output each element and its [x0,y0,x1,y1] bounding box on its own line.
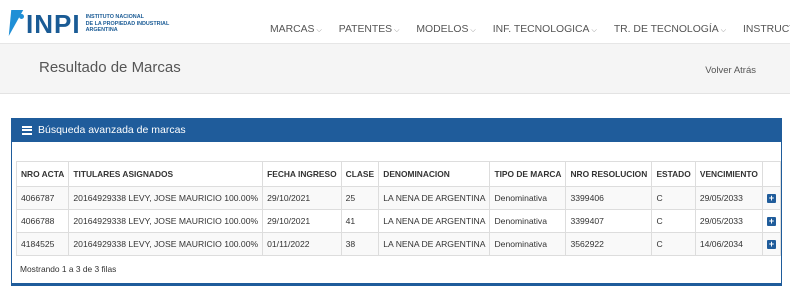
cell-vencimiento: 29/05/2033 [694,186,763,210]
back-link[interactable]: Volver Atrás [705,65,756,76]
plus-square-icon[interactable]: + [766,194,776,203]
cell-estado: C [651,209,696,233]
cell-fecha-ingreso: 01/11/2022 [262,232,342,256]
cell-nro-acta: 4184525 [15,232,70,256]
nav-item-label: MODELOS [416,24,469,35]
cell-nro-resolucion: 3562922 [565,232,653,256]
table-row: 4184525 20164929338 LEVY, JOSE MAURICIO … [15,232,782,256]
page-title: Resultado de Marcas [39,59,181,76]
cell-titulares: 20164929338 LEVY, JOSE MAURICIO 100.00% [68,186,264,210]
chevron-down-icon: ⌵ [720,27,727,34]
table-row: 4066787 20164929338 LEVY, JOSE MAURICIO … [15,186,782,210]
cell-nro-acta: 4066787 [15,186,70,210]
page-header: Resultado de Marcas Volver Atrás [0,44,790,94]
cell-vencimiento: 29/05/2033 [694,209,763,233]
chevron-down-icon: ⌵ [316,27,322,34]
cell-tipo-marca: Denominativa [489,232,567,256]
cell-nro-acta: 4066788 [15,209,70,233]
cell-action: + [761,186,782,210]
header-nro-acta[interactable]: NRO ACTA [15,161,70,187]
cell-action: + [761,232,782,256]
cell-clase: 38 [340,232,380,256]
nav-item-label: MARCAS [270,24,315,35]
plus-square-icon[interactable]: + [766,240,776,249]
nav-item-label: INSTRUCTIVOS [743,24,790,35]
nav-item-label: INF. TECNOLOGICA [492,24,590,35]
cell-clase: 25 [340,186,380,210]
cell-action: + [761,209,782,233]
top-navbar: INPI INSTITUTO NACIONAL DE LA PROPIEDAD … [0,0,790,44]
cell-tipo-marca: Denominativa [489,209,567,233]
nav-item-label: TR. DE TECNOLOGÍA [613,24,719,35]
results-table: NRO ACTA TITULARES ASIGNADOS FECHA INGRE… [15,161,782,256]
header-vencimiento[interactable]: VENCIMIENTO [694,161,763,187]
table-row: 4066788 20164929338 LEVY, JOSE MAURICIO … [15,209,782,233]
header-actions [761,161,782,187]
logo-text: INPI [26,8,81,39]
nav-item-modelos[interactable]: MODELOS ⌵ [416,24,475,35]
header-estado[interactable]: ESTADO [651,161,696,187]
list-icon [22,124,32,136]
cell-nro-resolucion: 3399407 [565,209,653,233]
panel-title: Búsqueda avanzada de marcas [38,124,186,136]
cell-nro-resolucion: 3399406 [565,186,653,210]
panel-header: Búsqueda avanzada de marcas [12,118,781,142]
nav-item-inf-tecnologica[interactable]: INF. TECNOLOGICA ⌵ [493,24,597,35]
pagination-info: Mostrando 1 a 3 de 3 filas [20,264,117,274]
nav-item-tr-de-tecnologia[interactable]: TR. DE TECNOLOGÍA ⌵ [614,24,726,35]
header-denominacion[interactable]: DENOMINACION [378,161,491,187]
cell-fecha-ingreso: 29/10/2021 [262,209,342,233]
logo-subtitle: INSTITUTO NACIONAL DE LA PROPIEDAD INDUS… [86,14,170,33]
cell-vencimiento: 14/06/2034 [694,232,763,256]
nav-item-instructivos[interactable]: INSTRUCTIVOS⌵ [743,24,790,35]
cell-denominacion: LA NENA DE ARGENTINA [378,232,491,256]
header-clase[interactable]: CLASE [340,161,380,187]
cell-estado: C [651,186,696,210]
table-header-row: NRO ACTA TITULARES ASIGNADOS FECHA INGRE… [15,161,782,187]
chevron-down-icon: ⌵ [591,27,597,34]
cell-fecha-ingreso: 29/10/2021 [262,186,342,210]
cell-estado: C [651,232,696,256]
cell-denominacion: LA NENA DE ARGENTINA [378,186,491,210]
inpi-logo-mark-icon [2,8,28,40]
chevron-down-icon: ⌵ [394,27,400,34]
chevron-down-icon: ⌵ [470,27,476,34]
cell-tipo-marca: Denominativa [489,186,567,210]
cell-titulares: 20164929338 LEVY, JOSE MAURICIO 100.00% [68,209,264,233]
plus-square-icon[interactable]: + [766,217,776,226]
inpi-logo[interactable]: INPI INSTITUTO NACIONAL DE LA PROPIEDAD … [2,8,170,40]
main-nav: MARCAS ⌵ PATENTES ⌵ MODELOS ⌵ INF. TECNOLOG… [270,24,790,35]
results-panel: Búsqueda avanzada de marcas NRO ACTA TIT… [11,118,782,286]
cell-denominacion: LA NENA DE ARGENTINA [378,209,491,233]
header-tipo-marca[interactable]: TIPO DE MARCA [489,161,567,187]
header-nro-resolucion[interactable]: NRO RESOLUCION [565,161,653,187]
nav-item-patentes[interactable]: PATENTES ⌵ [339,24,400,35]
panel-bottom-border [12,283,781,285]
header-titulares[interactable]: TITULARES ASIGNADOS [68,161,264,187]
nav-item-label: PATENTES [338,24,393,35]
cell-titulares: 20164929338 LEVY, JOSE MAURICIO 100.00% [68,232,264,256]
logo-line-3: ARGENTINA [85,27,118,34]
header-fecha-ingreso[interactable]: FECHA INGRESO [262,161,342,187]
nav-item-marcas[interactable]: MARCAS ⌵ [270,24,322,35]
cell-clase: 41 [340,209,380,233]
